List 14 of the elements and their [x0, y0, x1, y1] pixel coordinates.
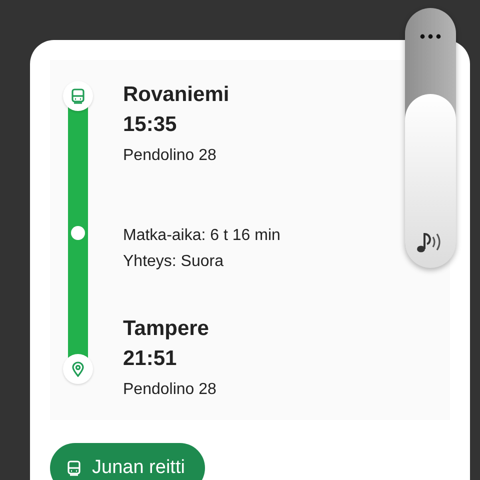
volume-slider[interactable]: [405, 8, 456, 268]
train-icon: [66, 460, 82, 476]
route-button[interactable]: Junan reitti: [50, 443, 205, 480]
station-name: Rovaniemi: [123, 82, 230, 108]
more-icon[interactable]: [420, 34, 441, 39]
departure-time: 21:51: [123, 346, 178, 372]
station-name: Tampere: [123, 316, 210, 342]
train-icon: [70, 88, 86, 104]
departure-time: 15:35: [123, 112, 178, 138]
train-name: Pendolino 28: [123, 380, 218, 400]
train-name: Pendolino 28: [123, 146, 218, 166]
connection-type: Yhteys: Suora: [123, 252, 224, 272]
travel-time: Matka-aika: 6 t 16 min: [123, 226, 280, 246]
location-pin-icon: [70, 361, 86, 377]
